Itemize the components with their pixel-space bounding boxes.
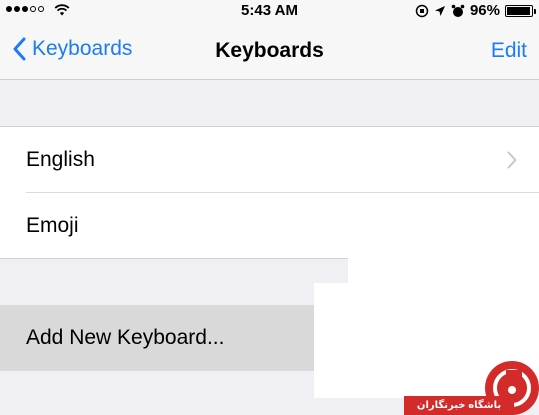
- watermark-banner: باشگاه خبرنگاران: [404, 396, 514, 415]
- battery-icon: [505, 4, 536, 17]
- add-new-keyboard-label: Add New Keyboard...: [26, 326, 225, 349]
- location-icon: [434, 5, 445, 16]
- keyboard-label: English: [26, 148, 95, 171]
- edit-button[interactable]: Edit: [491, 39, 527, 63]
- alarm-icon: [451, 4, 465, 17]
- battery-percent: 96%: [469, 2, 500, 19]
- keyboards-list: English Emoji: [0, 126, 539, 259]
- keyboard-label: Emoji: [26, 214, 79, 237]
- keyboard-row-emoji[interactable]: Emoji: [0, 193, 539, 259]
- keyboard-row-english[interactable]: English: [0, 127, 539, 193]
- orientation-lock-icon: [415, 4, 429, 17]
- page-title: Keyboards: [215, 39, 324, 62]
- status-bar: 5:43 AM 96%: [0, 0, 539, 22]
- status-right: 96%: [415, 2, 536, 19]
- chevron-right-icon: [507, 151, 517, 169]
- navigation-bar: Keyboards Keyboards Edit: [0, 22, 539, 80]
